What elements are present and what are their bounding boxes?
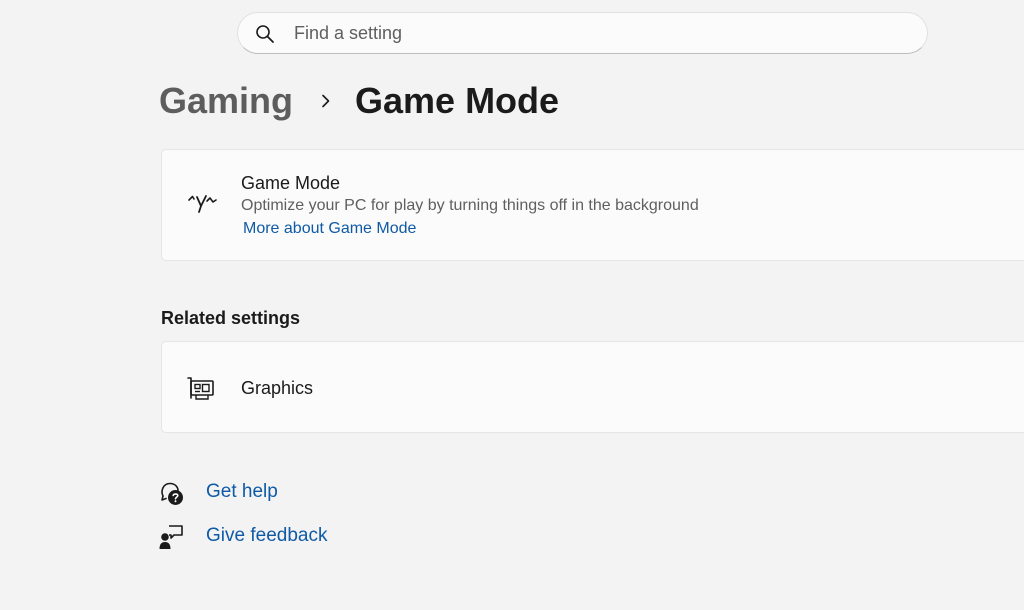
graphics-label: Graphics — [241, 378, 314, 398]
breadcrumb-gaming-link[interactable]: Gaming — [159, 80, 293, 122]
give-feedback-link[interactable]: Give feedback — [159, 523, 327, 551]
more-about-game-mode-link[interactable]: More about Game Mode — [243, 220, 416, 238]
game-mode-icon — [188, 195, 217, 213]
chevron-right-icon — [322, 94, 330, 108]
help-icon — [161, 482, 183, 505]
game-mode-card: Game Mode Optimize your PC for play by t… — [161, 149, 1024, 261]
give-feedback-label: Give feedback — [206, 525, 328, 546]
get-help-label: Get help — [206, 481, 278, 502]
game-mode-title: Game Mode — [241, 173, 341, 193]
page-title: Game Mode — [355, 80, 560, 121]
search-box[interactable] — [237, 12, 928, 54]
graphics-card-icon — [187, 377, 214, 400]
related-settings-header: Related settings — [161, 308, 301, 328]
settings-page: Gaming Game Mode Game Mode Optimize your… — [0, 0, 1024, 610]
game-mode-description: Optimize your PC for play by turning thi… — [241, 197, 699, 214]
search-icon — [256, 25, 274, 43]
search-input[interactable] — [292, 13, 892, 53]
breadcrumb: Gaming Game Mode — [159, 78, 559, 124]
feedback-icon — [159, 525, 183, 549]
get-help-link[interactable]: Get help — [159, 479, 278, 507]
graphics-setting-item[interactable]: Graphics — [161, 341, 1024, 433]
